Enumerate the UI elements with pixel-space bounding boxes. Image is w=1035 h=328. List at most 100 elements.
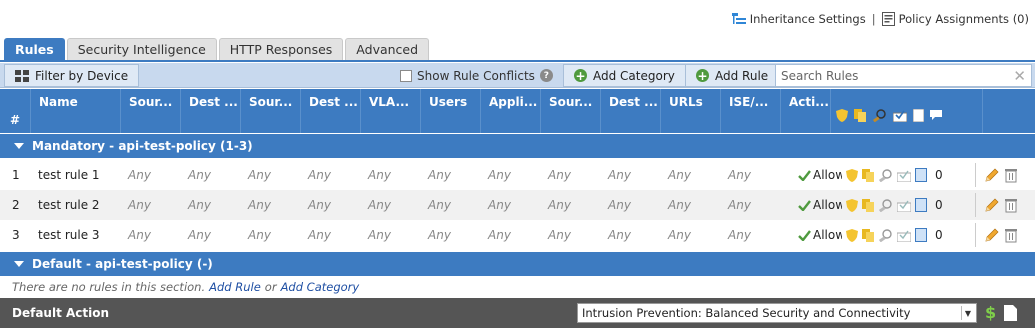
rule-cell-value: Any [728, 198, 751, 212]
show-rule-conflicts: Show Rule Conflicts ? [400, 67, 553, 84]
shield-icon[interactable] [846, 228, 858, 242]
filter-by-device-label: Filter by Device [35, 68, 129, 83]
section-header-mandatory[interactable]: Mandatory - api-test-policy (1-3) [0, 134, 1035, 158]
tab-rules[interactable]: Rules [4, 38, 65, 60]
rule-cell-value: Any [608, 198, 631, 212]
column-header-source-ports[interactable]: Sour... [541, 89, 601, 133]
page-icon [913, 109, 924, 122]
rule-action: Allow [798, 168, 842, 182]
collapse-arrow-icon [14, 143, 24, 149]
trash-icon[interactable] [1005, 168, 1017, 183]
column-header-applications[interactable]: Appli... [481, 89, 541, 133]
files-icon [854, 109, 867, 122]
show-rule-conflicts-label: Show Rule Conflicts [417, 68, 535, 83]
column-header-dest-zones[interactable]: Dest ... [181, 89, 241, 133]
comment-count[interactable]: 0 [935, 198, 943, 212]
column-header-source-networks[interactable]: Sour... [241, 89, 301, 133]
page-icon[interactable] [915, 198, 927, 212]
filter-by-device-button[interactable]: Filter by Device [4, 64, 140, 87]
comment-count[interactable]: 0 [935, 168, 943, 182]
log-icon[interactable] [897, 169, 911, 182]
table-row[interactable]: 3 test rule 3 Any Any Any Any Any Any Any Any Any A… [0, 220, 1035, 250]
rule-cell-value: Any [428, 168, 451, 182]
checkmark-icon [798, 229, 811, 241]
column-header-dest-networks[interactable]: Dest ... [301, 89, 361, 133]
column-header-source-zones[interactable]: Sour... [121, 89, 181, 133]
inspect-icon[interactable] [879, 228, 893, 242]
document-icon[interactable] [1004, 305, 1017, 321]
table-row[interactable]: 2 test rule 2 Any Any Any Any Any Any Any Any Any A… [0, 190, 1035, 220]
default-action-value: Intrusion Prevention: Balanced Security … [582, 306, 911, 320]
rule-number: 3 [12, 228, 20, 242]
empty-section-text: There are no rules in this section. [12, 280, 206, 294]
tab-security-intelligence[interactable]: Security Intelligence [66, 38, 217, 60]
column-header-vlan-tags[interactable]: VLA... [361, 89, 421, 133]
add-rule-button[interactable]: + Add Rule [685, 64, 780, 87]
rule-cell-value: Any [548, 228, 571, 242]
column-header-users[interactable]: Users [421, 89, 481, 133]
device-icon [15, 69, 29, 82]
pencil-icon[interactable] [984, 228, 999, 243]
files-icon[interactable] [862, 198, 875, 212]
pencil-icon[interactable] [984, 168, 999, 183]
checkmark-icon [798, 199, 811, 211]
rule-action-label: Allow [813, 228, 842, 242]
empty-add-category-link[interactable]: Add Category [281, 280, 360, 294]
page-icon[interactable] [915, 228, 927, 242]
pencil-icon[interactable] [984, 198, 999, 213]
tab-http-responses[interactable]: HTTP Responses [218, 38, 344, 60]
column-header-dest-ports[interactable]: Dest ... [601, 89, 661, 133]
shield-icon[interactable] [846, 198, 858, 212]
comment-icon [930, 110, 942, 121]
row-divider [975, 223, 976, 247]
rule-cell-value: Any [488, 198, 511, 212]
rule-name: test rule 2 [38, 198, 100, 212]
log-icon[interactable] [897, 229, 911, 242]
inspect-icon[interactable] [879, 198, 893, 212]
add-icon: + [574, 68, 587, 83]
inheritance-settings-label: Inheritance Settings [749, 12, 866, 26]
empty-section-message: There are no rules in this section. Add … [0, 276, 1035, 298]
rule-action-label: Allow [813, 198, 842, 212]
tab-underline [0, 60, 1035, 62]
clear-search-icon[interactable]: ✕ [1013, 67, 1026, 85]
column-header-number[interactable]: # [0, 89, 31, 133]
row-divider [975, 163, 976, 187]
empty-add-rule-link[interactable]: Add Rule [209, 280, 261, 294]
rule-edit-group [984, 160, 1017, 190]
table-row[interactable]: 1 test rule 1 Any Any Any Any Any Any Any Any Any A… [0, 160, 1035, 190]
policy-tabs: Rules Security Intelligence HTTP Respons… [4, 38, 430, 60]
search-rules-input[interactable] [781, 68, 1014, 83]
trash-icon[interactable] [1005, 228, 1017, 243]
log-icon[interactable] [897, 199, 911, 212]
column-header-action[interactable]: Acti... [781, 89, 831, 133]
section-header-default[interactable]: Default - api-test-policy (-) [0, 252, 1035, 276]
trash-icon[interactable] [1005, 198, 1017, 213]
inspect-icon[interactable] [879, 168, 893, 182]
add-icon: + [696, 68, 709, 83]
rule-cell-value: Any [728, 168, 751, 182]
column-header-ise-attributes[interactable]: ISE/... [721, 89, 781, 133]
policy-assignments-link[interactable]: Policy Assignments (0) [881, 12, 1029, 26]
rule-cell-value: Any [608, 228, 631, 242]
tab-advanced[interactable]: Advanced [345, 38, 430, 60]
add-category-button[interactable]: + Add Category [563, 64, 686, 87]
column-header-urls[interactable]: URLs [661, 89, 721, 133]
page-icon[interactable] [915, 168, 927, 182]
show-rule-conflicts-checkbox[interactable] [400, 69, 412, 82]
files-icon[interactable] [862, 168, 875, 182]
comment-count[interactable]: 0 [935, 228, 943, 242]
default-action-select[interactable]: Intrusion Prevention: Balanced Security … [577, 303, 977, 323]
help-icon[interactable]: ? [539, 69, 553, 82]
rule-action-group: Allow 0 [798, 160, 943, 190]
rule-cell-value: Any [488, 168, 511, 182]
rule-cell-value: Any [668, 198, 691, 212]
dollar-variables-icon[interactable]: $ [985, 303, 996, 322]
rule-action-group: Allow 0 [798, 190, 943, 220]
shield-icon[interactable] [846, 168, 858, 182]
files-icon[interactable] [862, 228, 875, 242]
column-header-name[interactable]: Name [31, 89, 121, 133]
inheritance-settings-link[interactable]: Inheritance Settings [731, 12, 866, 26]
top-links-separator: | [871, 12, 876, 26]
rule-action-group: Allow 0 [798, 220, 943, 250]
